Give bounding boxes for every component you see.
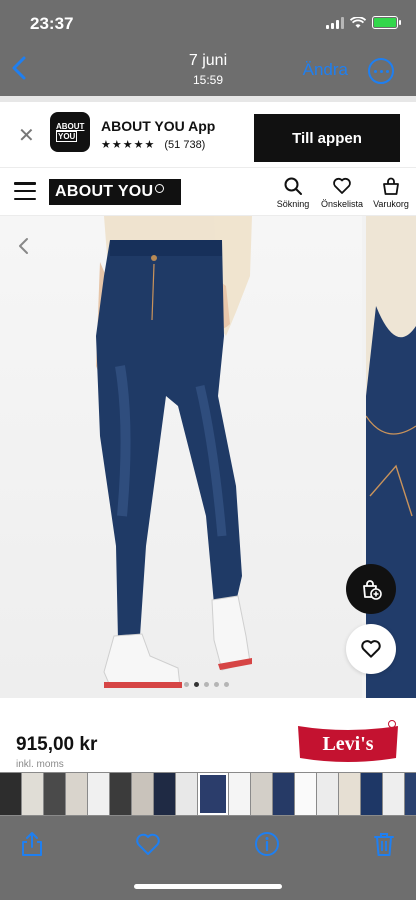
photo-thumbnail[interactable] xyxy=(110,773,131,815)
pagination-dot[interactable] xyxy=(194,682,199,687)
photo-thumbnail[interactable] xyxy=(198,773,228,815)
gallery-prev-icon[interactable] xyxy=(14,236,34,256)
cart-label: Varukorg xyxy=(373,199,409,209)
product-price: 915,00 kr xyxy=(16,734,98,755)
more-options-icon[interactable] xyxy=(368,58,394,84)
photo-thumbnail[interactable] xyxy=(22,773,43,815)
photo-thumbnail[interactable] xyxy=(132,773,153,815)
close-icon[interactable]: ✕ xyxy=(18,126,35,146)
svg-text:Levi's: Levi's xyxy=(322,733,373,755)
search-icon xyxy=(284,177,302,195)
app-install-banner: ✕ ABOUT YOU ABOUT YOU App ★★★★★ (51 738)… xyxy=(0,102,416,168)
wishlist-button[interactable]: Önskelista xyxy=(314,176,370,209)
menu-icon[interactable] xyxy=(14,182,36,200)
photo-thumbnail[interactable] xyxy=(317,773,338,815)
share-icon[interactable] xyxy=(18,830,46,858)
heart-icon xyxy=(361,640,381,658)
photo-thumbnail[interactable] xyxy=(154,773,175,815)
wifi-icon xyxy=(350,16,366,28)
status-icons xyxy=(326,16,401,29)
bag-plus-icon xyxy=(363,580,382,600)
app-logo: ABOUT YOU xyxy=(50,112,90,152)
photo-thumbnail-strip[interactable] xyxy=(0,772,416,816)
web-page-screenshot: ✕ ABOUT YOU ABOUT YOU App ★★★★★ (51 738)… xyxy=(0,96,416,772)
app-banner-title: ABOUT YOU App xyxy=(101,118,216,134)
trash-icon[interactable] xyxy=(370,830,398,858)
gallery-pagination xyxy=(184,682,229,687)
product-gallery[interactable] xyxy=(0,216,416,698)
photo-thumbnail[interactable] xyxy=(295,773,316,815)
search-label: Sökning xyxy=(276,199,310,209)
photo-thumbnail[interactable] xyxy=(383,773,404,815)
pagination-dot[interactable] xyxy=(184,682,189,687)
search-button[interactable]: Sökning xyxy=(265,176,321,209)
levis-logo[interactable]: Levi's xyxy=(296,720,400,766)
photo-thumbnail[interactable] xyxy=(176,773,197,815)
photo-thumbnail[interactable] xyxy=(44,773,65,815)
info-icon[interactable] xyxy=(253,830,281,858)
price-section: 915,00 kr inkl. moms Levi's xyxy=(0,698,416,772)
photo-thumbnail[interactable] xyxy=(66,773,87,815)
rating-count: (51 738) xyxy=(164,139,206,151)
add-to-bag-button[interactable] xyxy=(346,564,396,614)
edit-button[interactable]: Ändra xyxy=(303,60,348,80)
photo-thumbnail[interactable] xyxy=(229,773,250,815)
pagination-dot[interactable] xyxy=(204,682,209,687)
star-rating-icon: ★★★★★ xyxy=(101,139,156,151)
photos-top-bar: 23:37 7 juni 15:59 Ändra xyxy=(0,0,416,96)
status-time: 23:37 xyxy=(30,14,74,33)
photo-thumbnail[interactable] xyxy=(339,773,360,815)
open-app-button[interactable]: Till appen xyxy=(254,114,400,162)
heart-icon xyxy=(333,177,351,194)
vat-note: inkl. moms xyxy=(16,759,64,770)
photo-thumbnail[interactable] xyxy=(405,773,416,815)
add-to-wishlist-button[interactable] xyxy=(346,624,396,674)
photo-thumbnail[interactable] xyxy=(361,773,382,815)
photo-thumbnail[interactable] xyxy=(251,773,272,815)
app-rating: ★★★★★ (51 738) xyxy=(101,138,205,151)
pagination-dot[interactable] xyxy=(214,682,219,687)
jeans-model-illustration xyxy=(96,216,252,688)
home-indicator[interactable] xyxy=(134,884,282,889)
photo-thumbnail[interactable] xyxy=(273,773,294,815)
signal-icon xyxy=(326,16,344,29)
site-logo[interactable]: ABOUT YOU xyxy=(49,179,181,205)
photo-date: 7 juni xyxy=(188,52,228,69)
bag-icon xyxy=(383,177,399,195)
cart-button[interactable]: Varukorg xyxy=(363,176,416,209)
photo-time: 15:59 xyxy=(192,73,224,87)
favorite-icon[interactable] xyxy=(134,830,162,858)
photo-thumbnail[interactable] xyxy=(0,773,21,815)
pagination-dot[interactable] xyxy=(224,682,229,687)
product-photo[interactable] xyxy=(0,216,362,698)
photo-thumbnail[interactable] xyxy=(88,773,109,815)
wishlist-label: Önskelista xyxy=(320,199,364,209)
site-header: ABOUT YOU Sökning Önskelista Varukorg xyxy=(0,168,416,216)
battery-icon xyxy=(372,16,401,29)
